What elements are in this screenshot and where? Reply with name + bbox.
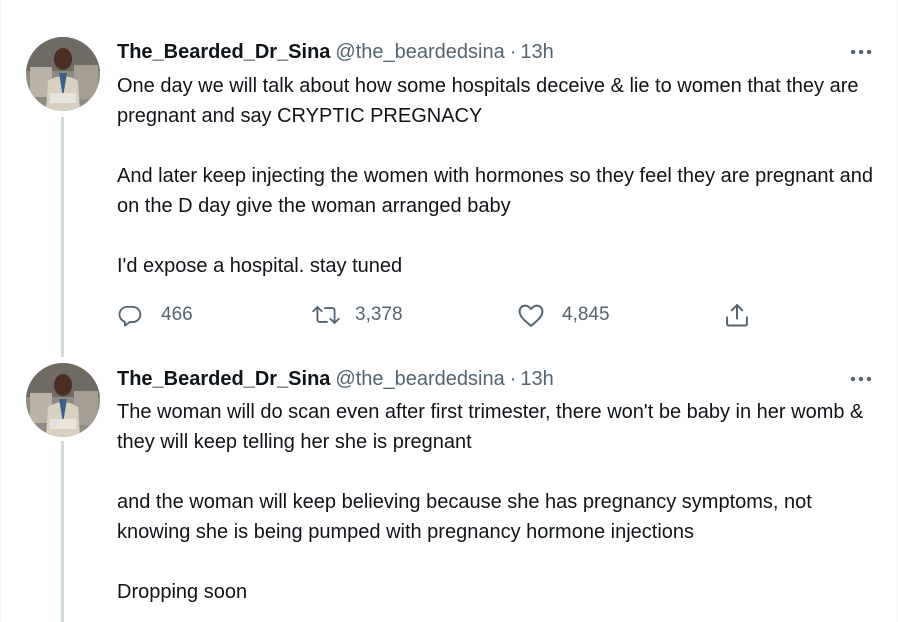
reply-icon [118,305,142,327]
share-icon [726,304,748,327]
tweet-paragraph: The woman will do scan even after first … [117,401,864,453]
timestamp[interactable]: 13h [520,368,553,391]
more-button[interactable] [846,369,876,389]
tweet-paragraph: Dropping soon [117,581,248,603]
retweet-count: 3,378 [355,304,403,325]
tweet-header: The_Bearded_Dr_Sina @the_beardedsina · 1… [117,366,554,392]
separator: · [509,40,517,63]
tweet-paragraph: I'd expose a hospital. stay tuned [117,255,403,277]
avatar-photo [26,363,100,437]
avatar[interactable] [26,363,100,437]
retweet-icon [312,306,340,324]
avatar[interactable] [26,37,100,111]
tweet[interactable]: The_Bearded_Dr_Sina @the_beardedsina · 1… [0,345,898,622]
thread-line [61,441,64,622]
reply-button[interactable]: 466 [117,296,193,334]
tweet-paragraph: and the woman will keep believing becaus… [117,491,812,543]
more-icon [850,376,872,382]
like-count: 4,845 [562,304,610,325]
more-button[interactable] [846,42,876,62]
separator: · [509,367,517,390]
tweet-text: The woman will do scan even after first … [117,397,887,607]
tweet-header: The_Bearded_Dr_Sina @the_beardedsina · 1… [117,39,554,65]
user-handle[interactable]: @the_beardedsina [335,368,504,391]
heart-icon [518,304,544,327]
share-button[interactable] [723,296,751,334]
reply-count: 466 [161,304,193,325]
tweet[interactable]: The_Bearded_Dr_Sina @the_beardedsina · 1… [0,0,898,357]
user-handle[interactable]: @the_beardedsina [335,41,504,64]
display-name[interactable]: The_Bearded_Dr_Sina [117,368,330,391]
tweet-text: One day we will talk about how some hosp… [117,71,887,281]
action-bar: 466 3,378 4,845 [117,296,777,334]
retweet-button[interactable]: 3,378 [311,296,403,334]
thread-line [61,117,64,357]
tweet-paragraph: And later keep injecting the women with … [117,165,874,217]
like-button[interactable]: 4,845 [517,296,610,334]
timestamp[interactable]: 13h [520,41,553,64]
display-name[interactable]: The_Bearded_Dr_Sina [117,41,330,64]
avatar-photo [26,37,100,111]
more-icon [850,49,872,55]
tweet-paragraph: One day we will talk about how some hosp… [117,75,859,127]
